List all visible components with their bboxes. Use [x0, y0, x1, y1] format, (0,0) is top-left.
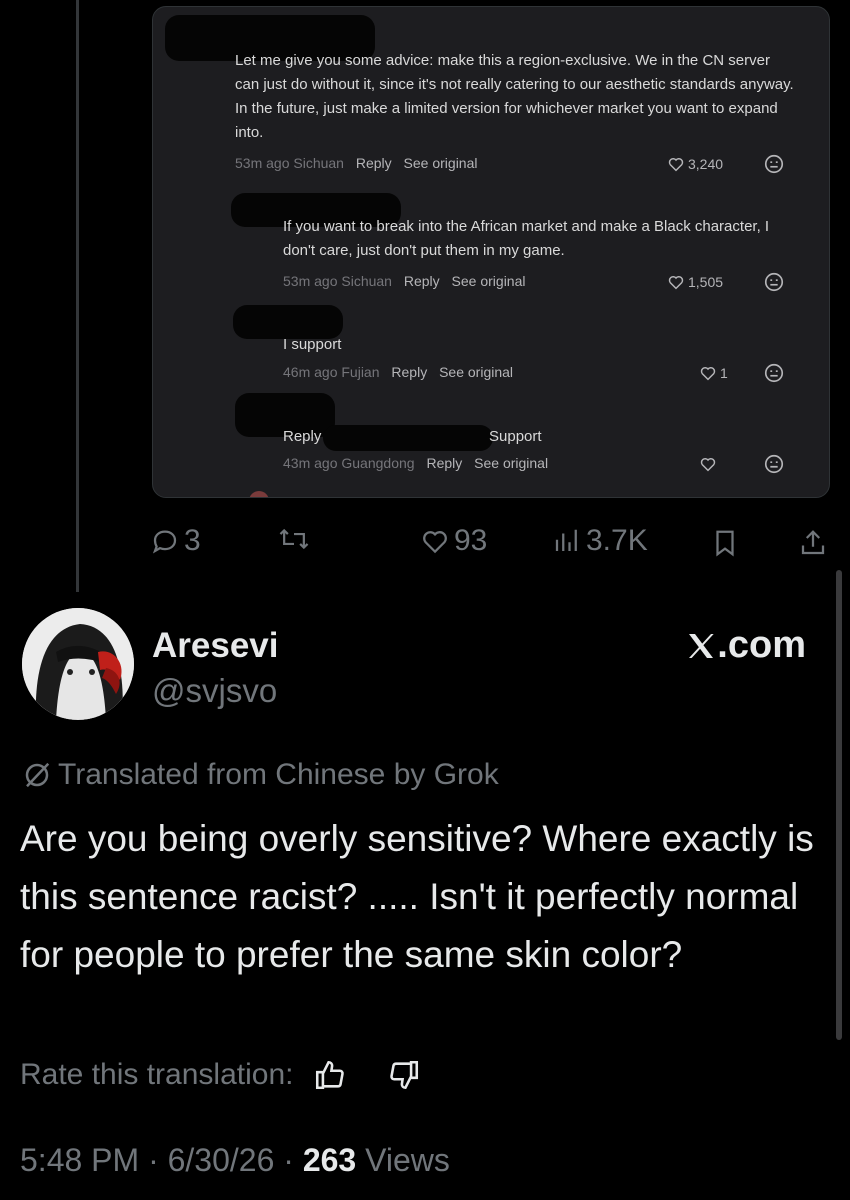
- bookmark-button[interactable]: [710, 528, 740, 558]
- see-original-link[interactable]: See original: [474, 455, 548, 471]
- scrollbar[interactable]: [836, 570, 842, 1040]
- comment-meta: 46m ago Fujian Reply See original: [283, 364, 513, 380]
- heart-icon: [668, 157, 684, 172]
- rate-label: Rate this translation:: [20, 1058, 294, 1091]
- reply-link[interactable]: Reply: [426, 455, 462, 471]
- comment-location: Sichuan: [341, 273, 392, 289]
- comment-like[interactable]: 1,505: [667, 273, 723, 291]
- comment-text-suffix: Support: [489, 428, 542, 445]
- comment-text-prefix: Reply: [283, 428, 322, 445]
- reply-icon: [152, 530, 177, 554]
- thread-line: [76, 0, 79, 592]
- thumbs-up-icon[interactable]: [313, 1058, 347, 1092]
- tweet-timestamp: 5:48 PM · 6/30/26 · 263 Views: [20, 1142, 450, 1179]
- comment-text: If you want to break into the African ma…: [283, 218, 770, 259]
- comment-meta: 53m ago Sichuan Reply See original: [235, 155, 477, 171]
- share-icon: [801, 530, 825, 555]
- bookmark-icon: [716, 530, 734, 557]
- repost-icon: [279, 528, 309, 550]
- comment-text: Let me give you some advice: make this a…: [235, 52, 794, 141]
- site-label[interactable]: .com: [685, 624, 806, 667]
- comment-like[interactable]: 1: [699, 364, 728, 382]
- comment-time: 53m ago: [283, 273, 338, 289]
- comment-like[interactable]: 3,240: [667, 155, 723, 173]
- parent-action-bar: 3 93 3.7K: [150, 520, 830, 568]
- emoji-icon[interactable]: [763, 271, 785, 293]
- author-handle[interactable]: @svjsvo: [152, 672, 277, 710]
- comment-time: 46m ago: [283, 364, 338, 380]
- comment-meta: 53m ago Sichuan Reply See original: [283, 273, 525, 289]
- heart-icon: [423, 531, 447, 554]
- reply-count: 3: [184, 524, 201, 557]
- redacted-mention: [323, 425, 493, 451]
- heart-icon: [700, 457, 716, 472]
- avatar-image: [22, 608, 134, 720]
- views-button[interactable]: 3.7K: [552, 524, 648, 558]
- see-original-link[interactable]: See original: [404, 155, 478, 171]
- thumbs-down-icon[interactable]: [387, 1058, 421, 1092]
- comment-time: 53m ago: [235, 155, 290, 171]
- embedded-comments-screenshot: Let me give you some advice: make this a…: [152, 6, 830, 498]
- separator-dot: ·: [148, 1142, 159, 1178]
- like-count: 93: [454, 524, 488, 557]
- comment-like-count: 1,505: [688, 274, 724, 290]
- translated-label: Translated from Chinese by Grok: [58, 758, 499, 791]
- comment-location: Sichuan: [293, 155, 344, 171]
- tweet-time: 5:48 PM: [20, 1142, 140, 1178]
- x-logo-icon: [689, 633, 714, 658]
- emoji-icon[interactable]: [763, 453, 785, 475]
- like-button[interactable]: 93: [420, 524, 487, 558]
- views-count: 263: [302, 1142, 357, 1178]
- translate-icon: [25, 762, 50, 788]
- translation-notice: Translated from Chinese by Grok: [22, 758, 499, 792]
- comment-location: Fujian: [341, 364, 380, 380]
- partial-avatar: [249, 491, 269, 497]
- views-icon: [555, 529, 577, 551]
- share-button[interactable]: [798, 528, 828, 558]
- author-name[interactable]: Aresevi: [152, 626, 278, 666]
- see-original-link[interactable]: See original: [439, 364, 513, 380]
- repost-button[interactable]: [278, 524, 314, 554]
- reply-link[interactable]: Reply: [356, 155, 392, 171]
- comment-like[interactable]: [699, 455, 720, 473]
- views-count: 3.7K: [586, 524, 648, 557]
- reply-link[interactable]: Reply: [391, 364, 427, 380]
- avatar[interactable]: [22, 608, 134, 720]
- comment-meta: 43m ago Guangdong Reply See original: [283, 455, 548, 471]
- comment-text: I support: [283, 336, 342, 353]
- reply-button[interactable]: 3: [150, 524, 201, 558]
- reply-link[interactable]: Reply: [404, 273, 440, 289]
- emoji-icon[interactable]: [763, 362, 785, 384]
- site-domain: .com: [717, 624, 806, 666]
- separator-dot: ·: [283, 1142, 294, 1178]
- comment-location: Guangdong: [341, 455, 415, 471]
- comment-time: 43m ago: [283, 455, 338, 471]
- tweet-text: Are you being overly sensitive? Where ex…: [20, 818, 814, 975]
- tweet-date: 6/30/26: [167, 1142, 275, 1178]
- comment-like-count: 3,240: [688, 156, 724, 172]
- views-label: Views: [365, 1142, 450, 1178]
- comment-like-count: 1: [720, 365, 728, 381]
- rate-translation: Rate this translation:: [20, 1058, 421, 1092]
- see-original-link[interactable]: See original: [452, 273, 526, 289]
- heart-icon: [700, 366, 716, 381]
- heart-icon: [668, 275, 684, 290]
- emoji-icon[interactable]: [763, 153, 785, 175]
